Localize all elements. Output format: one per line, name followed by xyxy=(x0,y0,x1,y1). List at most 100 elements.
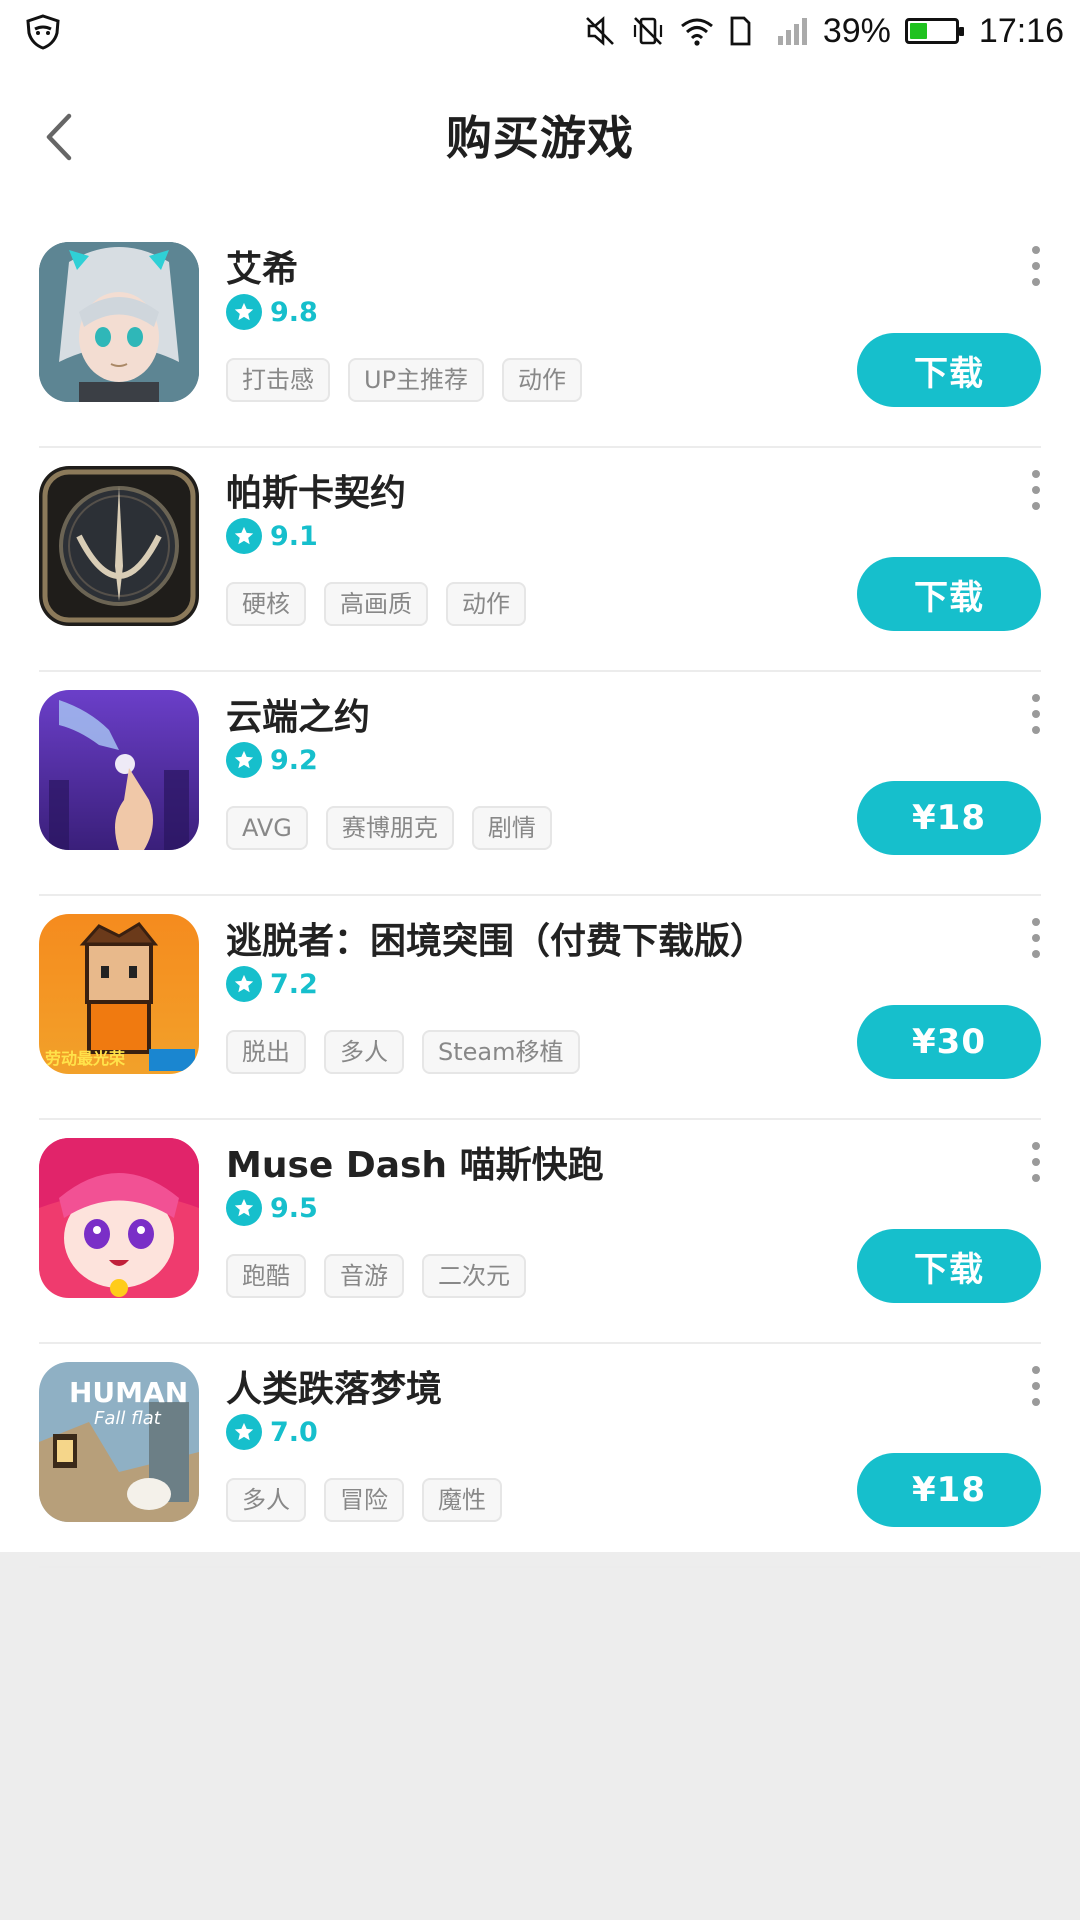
more-dot xyxy=(1032,486,1040,494)
game-tag[interactable]: 动作 xyxy=(502,358,583,402)
game-list: 艾希 9.8 打击感 UP主推荐 动作 下载 帕斯卡契约 9.1 硬核 高画质 动作 下载 云端之约… xyxy=(0,224,1080,1568)
tag-list: 多人 冒险 魔性 xyxy=(226,1478,502,1522)
vibrate-off-icon xyxy=(631,14,665,48)
game-tag[interactable]: AVG xyxy=(226,806,308,850)
star-icon xyxy=(226,294,262,330)
game-tag[interactable]: 二次元 xyxy=(422,1254,526,1298)
game-tag[interactable]: 冒险 xyxy=(324,1478,404,1522)
game-tag[interactable]: 脱出 xyxy=(226,1030,306,1074)
game-list-item[interactable]: 艾希 9.8 打击感 UP主推荐 动作 下载 xyxy=(0,224,1080,448)
more-options-button[interactable] xyxy=(1028,246,1044,286)
game-tag[interactable]: 动作 xyxy=(446,582,526,626)
clock: 17:16 xyxy=(978,11,1064,50)
game-tag[interactable]: 音游 xyxy=(324,1254,404,1298)
game-rating: 9.5 xyxy=(226,1190,318,1226)
game-icon[interactable] xyxy=(39,690,199,850)
game-list-item[interactable]: Muse Dash 喵斯快跑 9.5 跑酷 音游 二次元 下载 xyxy=(0,1120,1080,1344)
more-dot xyxy=(1032,502,1040,510)
svg-text:劳动最光荣: 劳动最光荣 xyxy=(45,1049,125,1068)
game-rating: 9.8 xyxy=(226,294,318,330)
purchase-button[interactable]: ¥18 xyxy=(857,1453,1041,1527)
game-list-item[interactable]: HUMAN Fall flat 人类跌落梦境 7.0 多人 冒险 魔性 ¥18 xyxy=(0,1344,1080,1568)
game-icon[interactable] xyxy=(39,466,199,626)
game-rating: 7.2 xyxy=(226,966,318,1002)
purchase-button[interactable]: 下载 xyxy=(857,557,1041,631)
tag-list: 硬核 高画质 动作 xyxy=(226,582,526,626)
more-dot xyxy=(1032,1142,1040,1150)
rating-value: 7.2 xyxy=(270,968,318,1000)
header: 购买游戏 xyxy=(0,62,1080,212)
game-tag[interactable]: 魔性 xyxy=(422,1478,502,1522)
purchase-button[interactable]: 下载 xyxy=(857,1229,1041,1303)
star-icon xyxy=(226,1190,262,1226)
game-tag[interactable]: 高画质 xyxy=(324,582,428,626)
game-tag[interactable]: 多人 xyxy=(226,1478,306,1522)
more-dot xyxy=(1032,1366,1040,1374)
purchase-button[interactable]: ¥30 xyxy=(857,1005,1041,1079)
svg-text:HUMAN: HUMAN xyxy=(69,1376,188,1409)
game-rating: 9.2 xyxy=(226,742,318,778)
game-tag[interactable]: UP主推荐 xyxy=(348,358,485,402)
star-icon xyxy=(226,742,262,778)
game-icon[interactable]: 劳动最光荣 xyxy=(39,914,199,1074)
rating-value: 9.2 xyxy=(270,744,318,776)
game-icon[interactable]: HUMAN Fall flat xyxy=(39,1362,199,1522)
more-dot xyxy=(1032,950,1040,958)
status-bar: 39% 17:16 xyxy=(0,0,1080,62)
more-options-button[interactable] xyxy=(1028,918,1044,958)
game-title[interactable]: 逃脱者：困境突围（付费下载版） xyxy=(226,912,766,964)
more-dot xyxy=(1032,470,1040,478)
wifi-icon xyxy=(679,14,713,48)
game-tag[interactable]: 剧情 xyxy=(471,806,552,850)
game-list-item[interactable]: 劳动最光荣 逃脱者：困境突围（付费下载版） 7.2 脱出 多人 Steam移植 ¥30 xyxy=(0,896,1080,1120)
game-title[interactable]: 人类跌落梦境 xyxy=(226,1360,442,1412)
rating-value: 9.8 xyxy=(270,296,318,328)
game-title[interactable]: 帕斯卡契约 xyxy=(226,464,406,516)
game-tag[interactable]: 硬核 xyxy=(226,582,306,626)
battery-icon xyxy=(904,18,964,44)
more-dot xyxy=(1032,1174,1040,1182)
tag-list: 打击感 UP主推荐 动作 xyxy=(226,358,583,402)
game-tag[interactable]: 打击感 xyxy=(226,358,330,402)
purchase-button[interactable]: ¥18 xyxy=(857,781,1041,855)
game-list-item[interactable]: 帕斯卡契约 9.1 硬核 高画质 动作 下载 xyxy=(0,448,1080,672)
game-title[interactable]: 艾希 xyxy=(226,240,298,292)
more-options-button[interactable] xyxy=(1028,1142,1044,1182)
more-options-button[interactable] xyxy=(1028,694,1044,734)
more-dot xyxy=(1032,726,1040,734)
game-title[interactable]: Muse Dash 喵斯快跑 xyxy=(226,1136,604,1188)
game-tag[interactable]: 赛博朋克 xyxy=(325,806,454,850)
rating-value: 7.0 xyxy=(270,1416,318,1448)
more-options-button[interactable] xyxy=(1028,1366,1044,1406)
purchase-button[interactable]: 下载 xyxy=(857,333,1041,407)
row-divider xyxy=(39,1566,1041,1568)
battery-percent: 39% xyxy=(822,11,891,50)
tag-list: 脱出 多人 Steam移植 xyxy=(226,1030,580,1074)
page-title: 购买游戏 xyxy=(446,111,634,165)
more-dot xyxy=(1032,710,1040,718)
game-tag[interactable]: 跑酷 xyxy=(226,1254,306,1298)
more-dot xyxy=(1032,694,1040,702)
rating-value: 9.5 xyxy=(270,1192,318,1224)
privacy-shield-icon xyxy=(24,13,62,51)
game-tag[interactable]: Steam移植 xyxy=(422,1030,580,1074)
rating-value: 9.1 xyxy=(270,520,318,552)
more-options-button[interactable] xyxy=(1028,470,1044,510)
star-icon xyxy=(226,518,262,554)
game-title[interactable]: 云端之约 xyxy=(226,688,370,740)
mute-icon xyxy=(583,14,617,48)
game-list-item[interactable]: 云端之约 9.2 AVG 赛博朋克 剧情 ¥18 xyxy=(0,672,1080,896)
more-dot xyxy=(1032,262,1040,270)
more-dot xyxy=(1032,918,1040,926)
sim-icon xyxy=(727,14,761,48)
game-rating: 9.1 xyxy=(226,518,318,554)
star-icon xyxy=(226,1414,262,1450)
star-icon xyxy=(226,966,262,1002)
game-icon[interactable] xyxy=(39,242,199,402)
more-dot xyxy=(1032,934,1040,942)
more-dot xyxy=(1032,1398,1040,1406)
game-rating: 7.0 xyxy=(226,1414,318,1450)
game-icon[interactable] xyxy=(39,1138,199,1298)
game-tag[interactable]: 多人 xyxy=(324,1030,404,1074)
more-dot xyxy=(1032,278,1040,286)
